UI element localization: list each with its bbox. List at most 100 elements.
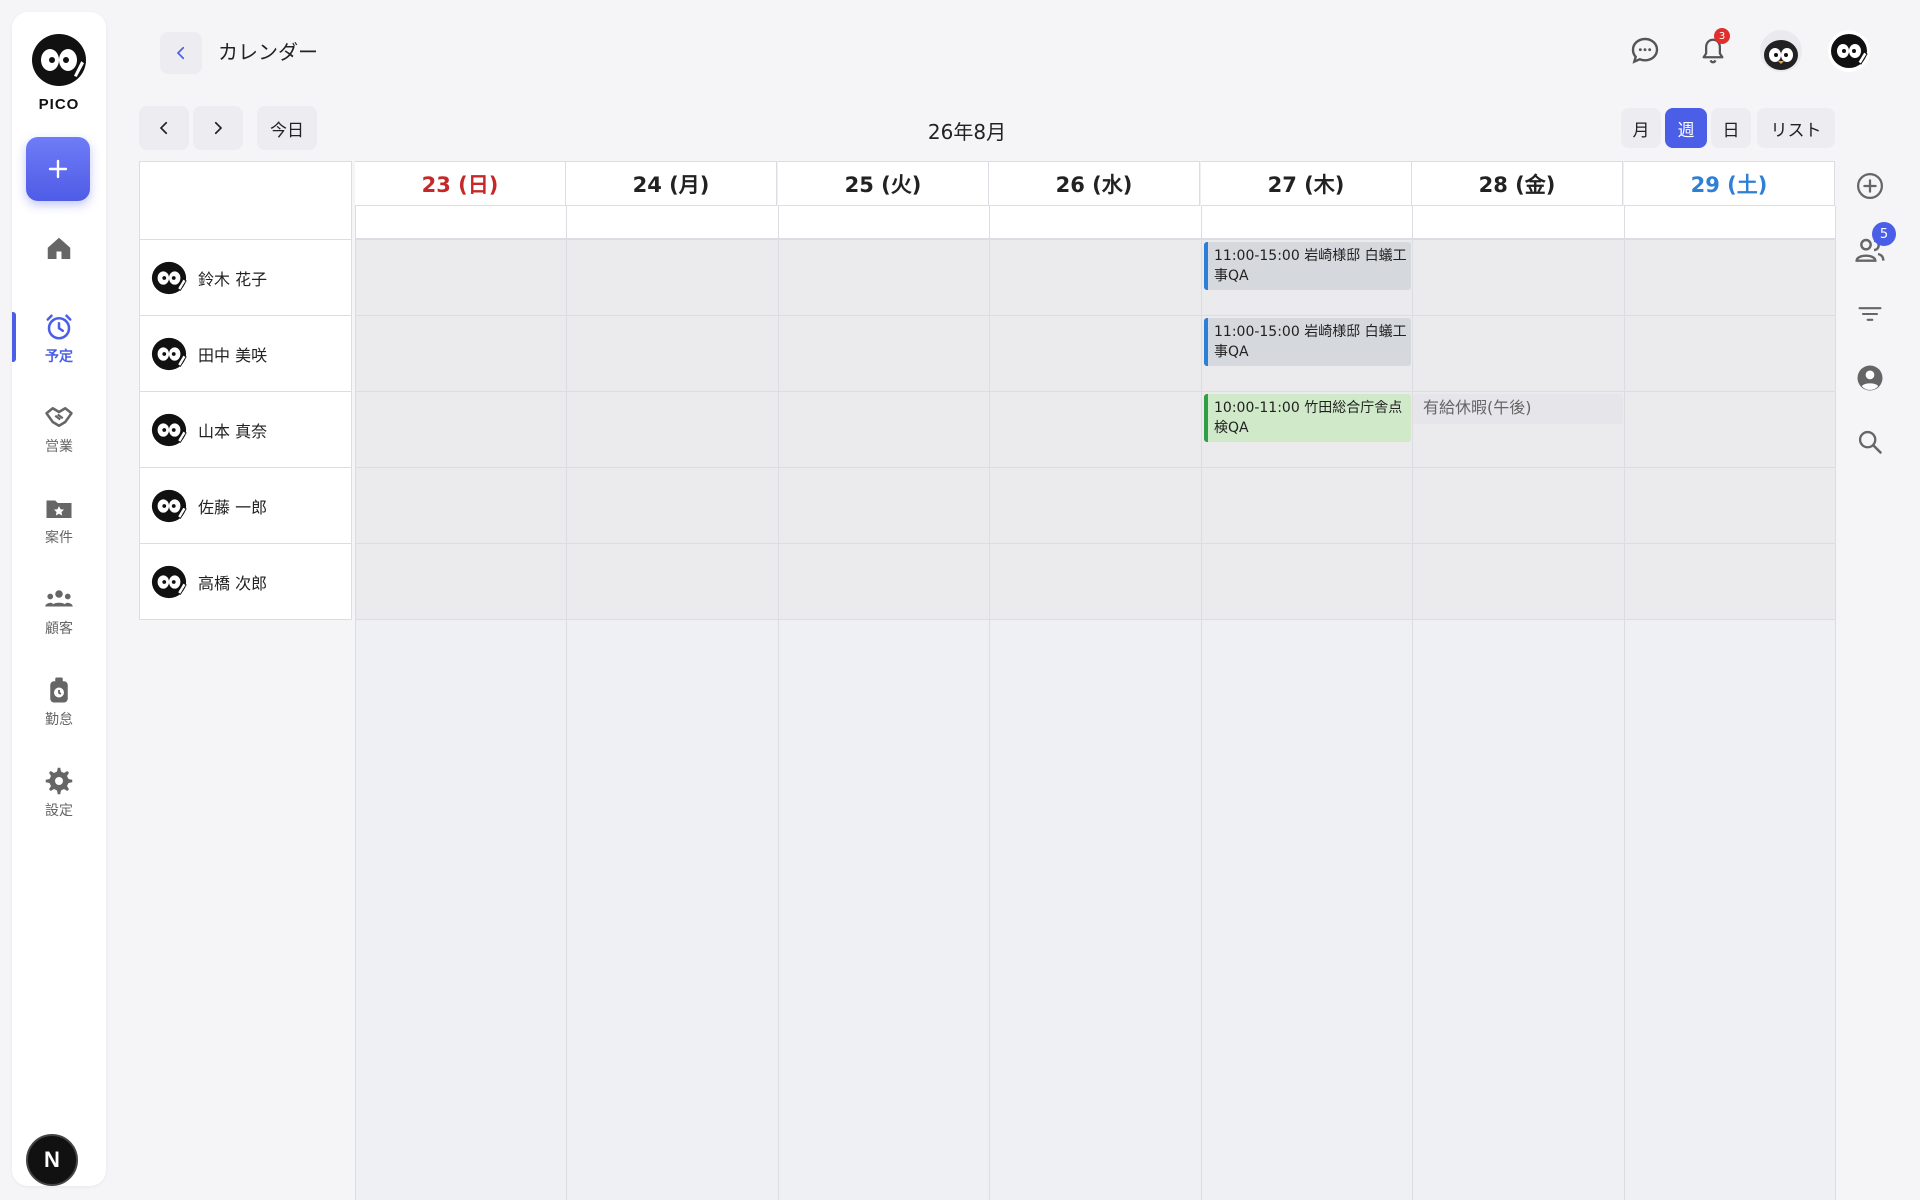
right-rail: 5 [1852, 168, 1896, 488]
app-logo[interactable]: PICO [12, 30, 106, 113]
add-new-button[interactable] [26, 137, 90, 201]
home-icon [47, 237, 71, 259]
profile-button[interactable] [1852, 360, 1888, 396]
column-divider [778, 206, 779, 1200]
sidebar-item-schedule[interactable]: 予定 [12, 312, 106, 366]
account-circle-icon [1857, 365, 1883, 391]
members-count-badge: 5 [1872, 222, 1896, 246]
sidebar-item-label: 案件 [45, 530, 73, 546]
view-list-button[interactable]: リスト [1757, 108, 1835, 148]
back-button[interactable] [160, 32, 202, 74]
current-month-label: 26年8月 [927, 120, 1007, 144]
folder-star-icon [46, 500, 72, 518]
filter-button[interactable] [1852, 296, 1888, 332]
person-lane[interactable] [355, 467, 1835, 543]
week-grid: 23 (日) 24 (月) 25 (火) 26 (水) 27 (木) 28 (金) 29 (… [355, 161, 1836, 1200]
notification-badge: 3 [1714, 28, 1730, 44]
all-day-strip[interactable] [355, 206, 1835, 239]
column-divider [1624, 206, 1625, 1200]
chevron-right-icon [214, 121, 223, 135]
penguin-avatar-icon [1764, 40, 1798, 70]
day-header[interactable]: 28 (金) [1412, 161, 1623, 206]
sidebar-item-label: 勤怠 [45, 712, 73, 728]
chat-button[interactable] [1624, 30, 1666, 72]
team-avatar[interactable] [1760, 30, 1802, 72]
person-row[interactable]: 田中 美咲 [140, 316, 351, 392]
day-header[interactable]: 23 (日) [355, 161, 566, 206]
dev-badge[interactable]: N [26, 1134, 78, 1186]
header-actions: 3 [1624, 28, 1870, 72]
column-divider [1201, 206, 1202, 1200]
leave-event[interactable]: 有給休暇(午後) [1413, 394, 1623, 424]
view-week-button[interactable]: 週 [1665, 108, 1707, 148]
day-header[interactable]: 29 (土) [1624, 161, 1835, 206]
penguin-logo-icon [32, 34, 86, 86]
avatar [1760, 30, 1802, 72]
sidebar-item-label: 顧客 [45, 621, 73, 637]
person-name: 鈴木 花子 [198, 269, 268, 289]
calendar-event[interactable]: 11:00-15:00 岩崎様邸 白蟻工事QA [1204, 318, 1411, 366]
person-name: 高橋 次郎 [198, 574, 268, 593]
badge-clock-icon [50, 677, 68, 703]
gear-icon [45, 767, 73, 795]
search-icon [1858, 430, 1882, 454]
person-row[interactable]: 高橋 次郎 [140, 544, 351, 620]
resource-column: 鈴木 花子田中 美咲山本 真奈佐藤 一郎高橋 次郎 [139, 161, 352, 620]
row-divider [355, 467, 1835, 468]
user-avatar[interactable] [1828, 30, 1870, 72]
row-divider [355, 391, 1835, 392]
person-lane[interactable] [355, 315, 1835, 391]
sidebar: PICO 予定 営業 案件 顧客 勤怠 設定 N [12, 12, 106, 1186]
chevron-left-icon [176, 46, 185, 60]
filter-icon [1858, 307, 1882, 321]
plus-circle-icon [1857, 173, 1883, 199]
page-title: カレンダー [218, 40, 318, 64]
logo-text: PICO [38, 96, 80, 113]
sidebar-item-projects[interactable]: 案件 [12, 493, 106, 547]
column-divider [1835, 206, 1836, 1200]
person-lane[interactable] [355, 239, 1835, 315]
person-lane[interactable] [355, 543, 1835, 619]
column-divider [1412, 206, 1413, 1200]
today-button[interactable]: 今日 [257, 106, 317, 150]
row-divider [355, 239, 1835, 240]
person-row[interactable]: 佐藤 一郎 [140, 468, 351, 544]
next-week-button[interactable] [193, 106, 243, 150]
sidebar-item-customers[interactable]: 顧客 [12, 584, 106, 638]
sidebar-item-home[interactable] [12, 234, 106, 264]
calendar-event[interactable]: 10:00-11:00 竹田総合庁舎点検QA [1204, 394, 1411, 442]
day-header[interactable]: 25 (火) [778, 161, 989, 206]
avatar [1828, 30, 1870, 72]
person-name: 山本 真奈 [198, 421, 268, 441]
column-divider [355, 206, 356, 1200]
notification-button[interactable]: 3 [1692, 28, 1734, 72]
penguin-avatar-icon [151, 489, 187, 522]
chevron-left-icon [159, 121, 168, 135]
prev-week-button[interactable] [139, 106, 189, 150]
sidebar-item-settings[interactable]: 設定 [12, 766, 106, 820]
members-button[interactable]: 5 [1852, 222, 1896, 268]
sidebar-item-attendance[interactable]: 勤怠 [12, 675, 106, 729]
day-header[interactable]: 26 (水) [989, 161, 1200, 206]
day-header[interactable]: 27 (木) [1201, 161, 1412, 206]
person-row[interactable]: 山本 真奈 [140, 392, 351, 468]
view-month-button[interactable]: 月 [1621, 108, 1661, 148]
plus-icon [48, 159, 68, 179]
penguin-avatar-icon [151, 413, 187, 446]
penguin-avatar-icon [151, 337, 187, 370]
calendar-event[interactable]: 11:00-15:00 岩崎様邸 白蟻工事QA [1204, 242, 1411, 290]
day-header[interactable]: 24 (月) [566, 161, 777, 206]
row-divider [355, 543, 1835, 544]
view-day-button[interactable]: 日 [1711, 108, 1751, 148]
add-event-button[interactable] [1852, 168, 1888, 204]
person-row[interactable]: 鈴木 花子 [140, 240, 351, 316]
sidebar-item-label: 営業 [45, 439, 73, 455]
search-button[interactable] [1852, 424, 1888, 460]
handshake-icon [45, 407, 73, 427]
person-name: 田中 美咲 [198, 345, 268, 365]
sidebar-item-label: 予定 [45, 349, 73, 365]
row-divider [355, 619, 1835, 620]
sidebar-item-sales[interactable]: 営業 [12, 402, 106, 456]
group-icon [45, 590, 73, 607]
row-divider [355, 315, 1835, 316]
